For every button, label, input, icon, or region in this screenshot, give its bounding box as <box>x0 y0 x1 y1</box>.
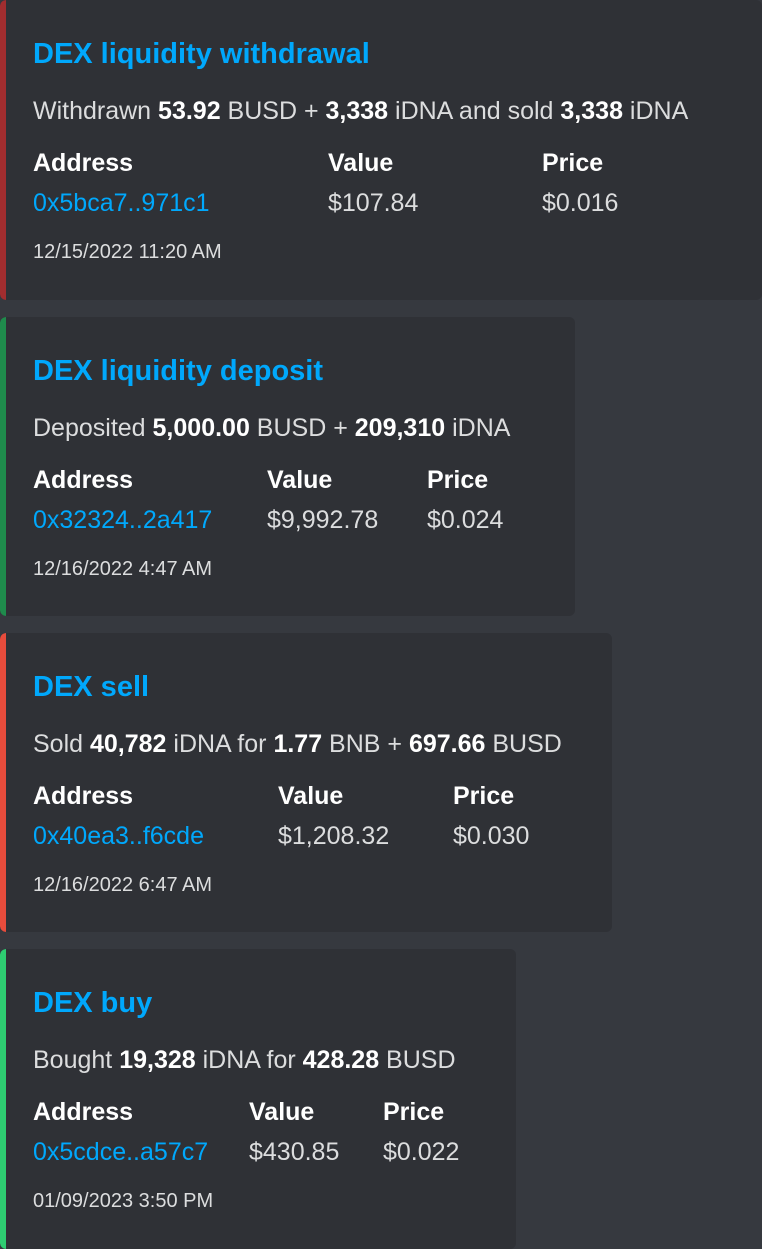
transaction-embed: DEX sell Sold 40,782 iDNA for 1.77 BNB + … <box>0 633 612 932</box>
embed-title[interactable]: DEX sell <box>33 669 149 705</box>
field-name: Price <box>383 1098 445 1126</box>
transaction-embed: DEX liquidity deposit Deposited 5,000.00 … <box>0 317 575 616</box>
field-name: Price <box>453 782 515 810</box>
embed-accent-bar <box>0 317 6 616</box>
description-text: iDNA <box>445 414 511 442</box>
embed-timestamp: 12/16/2022 4:47 AM <box>33 558 213 580</box>
description-amount: 3,338 <box>325 97 389 125</box>
field-name: Value <box>278 782 344 810</box>
description-text: BUSD <box>485 730 562 758</box>
embed-title[interactable]: DEX liquidity deposit <box>33 353 323 389</box>
embed-field-price: Price $0.022 <box>383 1095 459 1169</box>
description-text: BUSD + <box>220 97 326 125</box>
field-name: Address <box>33 1098 134 1126</box>
description-amount: 697.66 <box>408 730 486 758</box>
embed-accent-bar <box>0 0 6 300</box>
transaction-embed: DEX buy Bought 19,328 iDNA for 428.28 BUS… <box>0 949 516 1249</box>
embed-description: Sold 40,782 iDNA for 1.77 BNB + 697.66 B… <box>33 727 562 761</box>
embed-field-price: Price $0.030 <box>453 779 529 853</box>
description-text: iDNA and sold <box>388 97 561 125</box>
description-amount: 3,338 <box>560 97 623 125</box>
field-value: $0.016 <box>542 189 619 217</box>
description-text: Withdrawn <box>33 97 159 125</box>
embed-field-address: Address 0x40ea3..f6cde <box>33 779 204 853</box>
embed-accent-bar <box>0 949 6 1249</box>
embed-field-price: Price $0.016 <box>542 146 618 220</box>
embed-field-address: Address 0x32324..2a417 <box>33 463 212 537</box>
description-text: BUSD + <box>249 414 355 442</box>
field-value: $0.022 <box>383 1138 460 1166</box>
field-name: Address <box>33 149 134 177</box>
address-link[interactable]: 0x40ea3..f6cde <box>33 819 204 853</box>
description-amount: 40,782 <box>89 730 167 758</box>
embed-field-value: Value $1,208.32 <box>278 779 389 853</box>
field-value: $107.84 <box>328 189 419 217</box>
description-amount: 209,310 <box>354 414 446 442</box>
transaction-embed: DEX liquidity withdrawal Withdrawn 53.92 … <box>0 0 762 300</box>
field-name: Price <box>542 149 604 177</box>
embed-title[interactable]: DEX liquidity withdrawal <box>33 36 370 72</box>
description-amount: 428.28 <box>302 1046 380 1074</box>
description-text: BUSD <box>379 1046 456 1074</box>
address-link[interactable]: 0x32324..2a417 <box>33 503 212 537</box>
description-amount: 53.92 <box>158 97 221 125</box>
description-amount: 5,000.00 <box>152 414 250 442</box>
embed-field-address: Address 0x5cdce..a57c7 <box>33 1095 208 1169</box>
description-text: BNB + <box>322 730 409 758</box>
embed-title[interactable]: DEX buy <box>33 985 152 1021</box>
description-text: iDNA for <box>195 1046 303 1074</box>
embed-description: Withdrawn 53.92 BUSD + 3,338 iDNA and so… <box>33 94 688 128</box>
embed-description: Deposited 5,000.00 BUSD + 209,310 iDNA <box>33 411 510 445</box>
address-link[interactable]: 0x5cdce..a57c7 <box>33 1135 208 1169</box>
field-value: $430.85 <box>249 1138 340 1166</box>
embed-timestamp: 12/15/2022 11:20 AM <box>33 241 222 263</box>
embed-field-value: Value $9,992.78 <box>267 463 378 537</box>
field-name: Price <box>427 466 489 494</box>
description-text: iDNA for <box>166 730 274 758</box>
field-name: Address <box>33 466 134 494</box>
address-link[interactable]: 0x5bca7..971c1 <box>33 186 210 220</box>
embed-description: Bought 19,328 iDNA for 428.28 BUSD <box>33 1043 456 1077</box>
field-name: Value <box>267 466 333 494</box>
embed-field-value: Value $430.85 <box>249 1095 339 1169</box>
field-value: $0.024 <box>427 506 504 534</box>
description-text: Sold <box>33 730 90 758</box>
description-amount: 19,328 <box>119 1046 196 1074</box>
field-name: Address <box>33 782 134 810</box>
embed-field-value: Value $107.84 <box>328 146 418 220</box>
embed-timestamp: 12/16/2022 6:47 AM <box>33 874 213 896</box>
field-value: $0.030 <box>453 822 530 850</box>
field-value: $1,208.32 <box>278 822 390 850</box>
field-name: Value <box>249 1098 315 1126</box>
embed-timestamp: 01/09/2023 3:50 PM <box>33 1190 214 1212</box>
description-text: iDNA <box>622 97 689 125</box>
field-name: Value <box>328 149 394 177</box>
embed-field-address: Address 0x5bca7..971c1 <box>33 146 210 220</box>
embed-accent-bar <box>0 633 6 932</box>
message-feed: DEX liquidity withdrawal Withdrawn 53.92 … <box>0 0 762 1249</box>
description-text: Deposited <box>33 414 153 442</box>
field-value: $9,992.78 <box>267 506 379 534</box>
description-amount: 1.77 <box>273 730 323 758</box>
embed-field-price: Price $0.024 <box>427 463 503 537</box>
description-text: Bought <box>33 1046 120 1074</box>
